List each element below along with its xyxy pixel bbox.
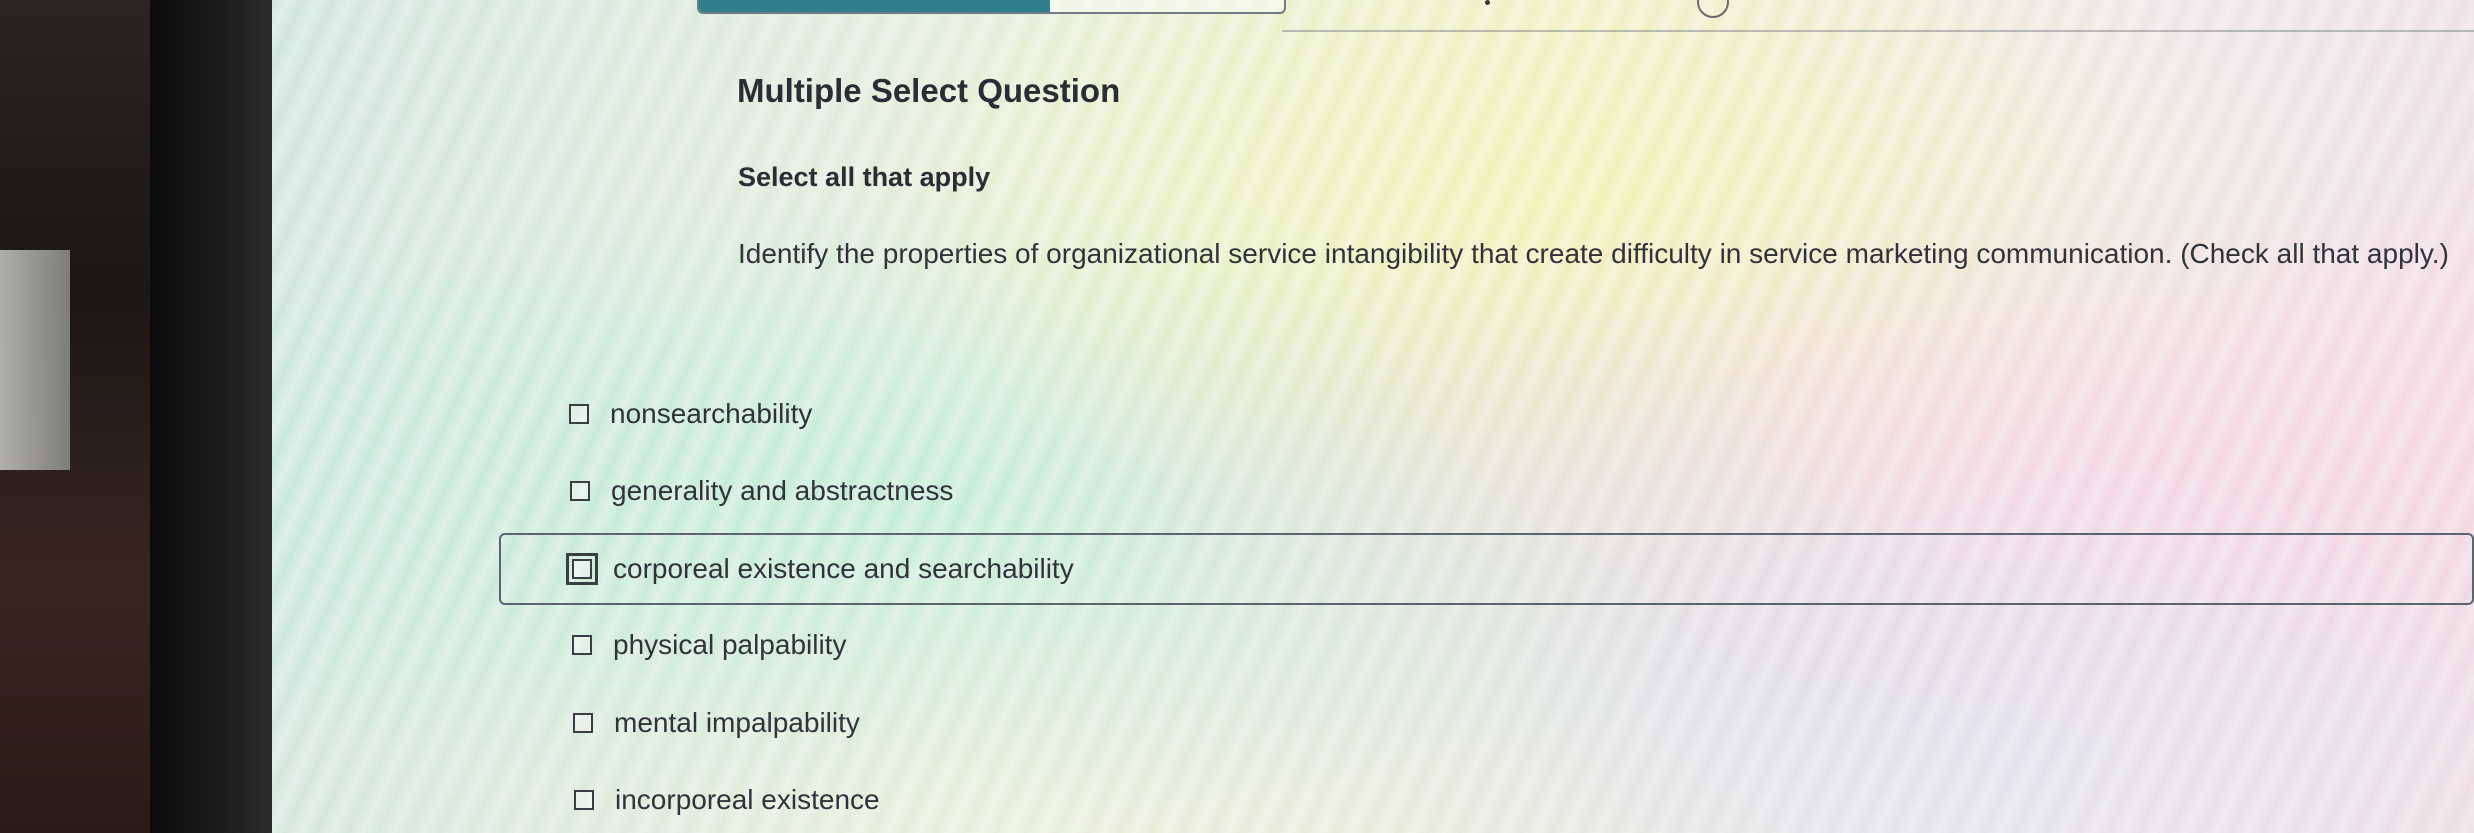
header-dot — [1485, 0, 1490, 5]
option-generality-and-abstractness[interactable]: generality and abstractness — [570, 467, 953, 515]
checkbox-icon[interactable] — [569, 404, 589, 424]
info-circle-icon[interactable] — [1697, 0, 1729, 18]
checkbox-icon[interactable] — [573, 713, 593, 733]
checkbox-icon[interactable] — [566, 553, 598, 585]
room-background — [0, 0, 170, 833]
progress-bar-fill — [699, 0, 1050, 12]
option-label: generality and abstractness — [611, 475, 954, 506]
progress-bar — [697, 0, 1286, 14]
option-nonsearchability[interactable]: nonsearchability — [569, 390, 812, 438]
option-label: mental impalpability — [614, 707, 860, 738]
option-label: incorporeal existence — [615, 784, 880, 815]
window-light — [0, 250, 70, 470]
option-physical-palpability[interactable]: physical palpability — [572, 621, 846, 669]
option-label: physical palpability — [613, 629, 847, 660]
checkbox-icon[interactable] — [572, 635, 592, 655]
photo-of-screen: Multiple Select Question Select all that… — [0, 0, 2474, 833]
option-label: corporeal existence and searchability — [613, 553, 1074, 584]
header-divider — [1282, 30, 2474, 32]
checkbox-icon[interactable] — [570, 481, 590, 501]
question-instruction: Select all that apply — [738, 162, 991, 192]
option-corporeal-existence-and-searchability[interactable]: corporeal existence and searchability — [499, 533, 2474, 605]
checkbox-icon[interactable] — [574, 790, 594, 810]
question-type-heading: Multiple Select Question — [737, 72, 1121, 109]
option-incorporeal-existence[interactable]: incorporeal existence — [574, 776, 880, 824]
option-mental-impalpability[interactable]: mental impalpability — [573, 699, 860, 747]
question-prompt: Identify the properties of organizationa… — [738, 238, 2449, 269]
option-label: nonsearchability — [610, 398, 813, 429]
monitor-bezel — [150, 0, 275, 833]
